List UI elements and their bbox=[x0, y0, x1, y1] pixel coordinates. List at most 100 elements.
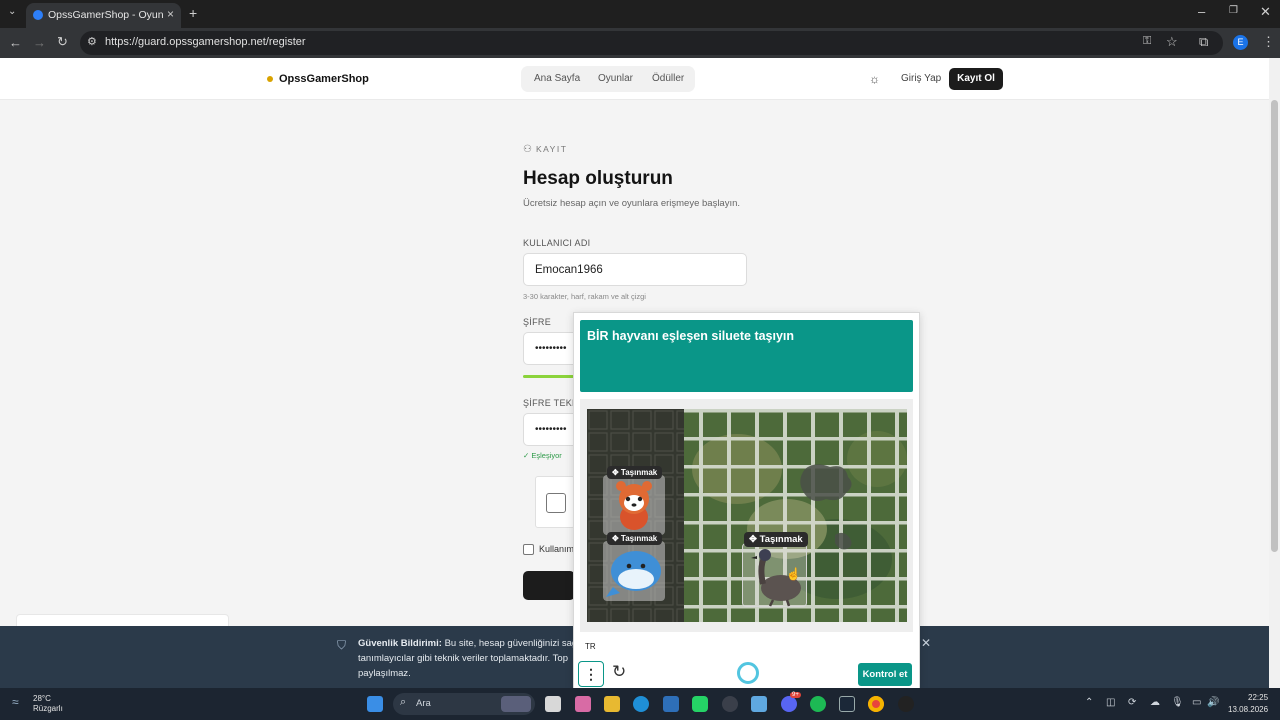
window-close-icon[interactable]: ✕ bbox=[1260, 4, 1271, 20]
back-icon[interactable]: ← bbox=[9, 35, 22, 50]
weather-icon: ≈ bbox=[12, 695, 19, 709]
profile-avatar[interactable]: E bbox=[1233, 35, 1248, 50]
username-label: KULLANICI ADI bbox=[523, 238, 591, 248]
reload-icon[interactable]: ↻ bbox=[57, 34, 68, 50]
tab-search-icon[interactable]: ⌄ bbox=[8, 6, 16, 17]
password-strength-bar bbox=[523, 375, 575, 378]
app-icon[interactable] bbox=[722, 696, 738, 712]
scrollbar-thumb[interactable] bbox=[1271, 100, 1278, 552]
username-hint: 3-30 karakter, harf, rakam ve alt çizgi bbox=[523, 292, 646, 301]
draggable-red-panda[interactable] bbox=[603, 475, 665, 535]
login-link[interactable]: Giriş Yap bbox=[901, 73, 941, 84]
microphone-icon[interactable]: 🎙 bbox=[1171, 697, 1184, 708]
search-label: Ara bbox=[416, 698, 431, 709]
draggable-whale[interactable] bbox=[603, 541, 665, 601]
url-text[interactable]: https://guard.opssgamershop.net/register bbox=[105, 36, 306, 48]
nav-games[interactable]: Oyunlar bbox=[598, 73, 633, 84]
username-value: Emocan1966 bbox=[535, 264, 603, 276]
terms-label: Kullanım bbox=[539, 544, 575, 554]
signup-button[interactable]: Kayıt Ol bbox=[949, 68, 1003, 90]
app-icon-2[interactable] bbox=[751, 696, 767, 712]
maximize-icon[interactable]: ❐ bbox=[1229, 5, 1238, 16]
forward-icon[interactable]: → bbox=[33, 35, 46, 50]
address-bar[interactable]: ⚙ https://guard.opssgamershop.net/regist… bbox=[80, 31, 1223, 55]
extensions-icon[interactable]: ⧉ bbox=[1199, 34, 1208, 50]
hand-cursor-icon: ☝ bbox=[786, 567, 801, 581]
app-icon-3[interactable] bbox=[898, 696, 914, 712]
theme-toggle-icon[interactable]: ☼ bbox=[869, 72, 880, 86]
captcha-canvas: ✥ Taşınmak ✥ Taşınmak ✥ Taşınmak ☝ bbox=[587, 409, 907, 622]
task-view-icon[interactable] bbox=[545, 696, 561, 712]
register-submit-button[interactable] bbox=[523, 571, 575, 600]
windows-start-icon[interactable] bbox=[367, 696, 383, 712]
store-icon[interactable] bbox=[663, 696, 679, 712]
captcha-stage: ✥ Taşınmak ✥ Taşınmak ✥ Taşınmak ☝ bbox=[580, 399, 913, 632]
browser-menu-icon[interactable]: ⋮ bbox=[1262, 34, 1275, 50]
brand-dot-icon bbox=[267, 76, 273, 83]
page-title: Hesap oluşturun bbox=[523, 168, 673, 189]
captcha-language[interactable]: TR bbox=[585, 642, 596, 651]
page-scrollbar[interactable] bbox=[1269, 58, 1280, 688]
weather-condition: Rüzgarlı bbox=[33, 704, 63, 713]
search-highlight-icon bbox=[501, 696, 531, 712]
terms-checkbox[interactable] bbox=[523, 544, 534, 556]
red-panda-icon bbox=[616, 481, 652, 530]
eyebrow-label: KAYIT bbox=[535, 144, 568, 154]
browser-toolbar: ← → ↻ ⚙ https://guard.opssgamershop.net/… bbox=[0, 28, 1280, 58]
nav-rewards[interactable]: Ödüller bbox=[652, 73, 684, 84]
username-field[interactable]: Emocan1966 bbox=[523, 253, 747, 286]
tray-sync-icon[interactable]: ⟳ bbox=[1128, 697, 1136, 708]
network-icon[interactable]: ▭ bbox=[1192, 697, 1201, 708]
edge-icon[interactable] bbox=[633, 696, 649, 712]
refresh-icon[interactable]: ↻ bbox=[612, 662, 626, 682]
captcha-footer: ⋮ ↻ Kontrol et bbox=[574, 657, 921, 690]
system-clock[interactable]: 22:25 13.08.2026 bbox=[1228, 692, 1268, 716]
spotify-icon[interactable] bbox=[810, 696, 826, 712]
captcha-challenge: BİR hayvanı eşleşen siluete taşıyın ✥ Ta… bbox=[573, 312, 920, 689]
shield-icon: ⛉ bbox=[337, 638, 347, 652]
password-key-icon[interactable]: ⚿ bbox=[1143, 35, 1151, 48]
drag-label-red-panda: ✥ Taşınmak bbox=[607, 466, 663, 479]
captcha-brand-logo-icon bbox=[737, 662, 759, 684]
copilot-icon[interactable] bbox=[575, 696, 591, 712]
site-favicon-icon bbox=[33, 10, 43, 20]
user-plus-icon: ⚇ bbox=[523, 144, 532, 155]
notice-text: Güvenlik Bildirimi: Bu site, hesap güven… bbox=[358, 636, 588, 681]
verify-button[interactable]: Kontrol et bbox=[858, 663, 912, 686]
whale-icon bbox=[606, 551, 661, 597]
minimize-icon[interactable]: – bbox=[1198, 4, 1205, 19]
onedrive-icon[interactable]: ☁ bbox=[1150, 697, 1160, 708]
tab-close-icon[interactable]: × bbox=[167, 7, 174, 21]
discord-icon[interactable] bbox=[781, 696, 797, 712]
volume-icon[interactable]: 🔊 bbox=[1207, 697, 1219, 708]
password-repeat-value: ••••••••• bbox=[535, 424, 567, 435]
captcha-menu-button[interactable]: ⋮ bbox=[578, 661, 604, 687]
page-subtitle: Ücretsiz hesap açın ve oyunlara erişmeye… bbox=[523, 198, 741, 209]
notice-close-icon[interactable]: ✕ bbox=[921, 636, 931, 650]
brand-name: OpssGamerShop bbox=[279, 73, 369, 85]
steam-icon[interactable] bbox=[839, 696, 855, 712]
password-match-status: ✓ Eşleşiyor bbox=[523, 451, 562, 460]
captcha-checkbox[interactable] bbox=[546, 493, 566, 513]
tab-title: OpssGamerShop - Oyun Mağazası bbox=[48, 9, 166, 21]
taskbar-search[interactable]: ⌕ Ara bbox=[393, 693, 535, 715]
site-info-icon[interactable]: ⚙ bbox=[87, 35, 97, 48]
new-tab-icon[interactable]: + bbox=[189, 5, 197, 21]
site-logo[interactable]: OpssGamerShop bbox=[267, 73, 369, 85]
captcha-header: BİR hayvanı eşleşen siluete taşıyın bbox=[580, 320, 913, 392]
tray-app-icon[interactable]: ◫ bbox=[1106, 697, 1115, 708]
browser-tab[interactable]: OpssGamerShop - Oyun Mağazası × bbox=[26, 3, 181, 28]
whatsapp-icon[interactable] bbox=[692, 696, 708, 712]
nav-home[interactable]: Ana Sayfa bbox=[534, 73, 580, 84]
search-icon: ⌕ bbox=[400, 696, 407, 708]
drag-label-emu: ✥ Taşınmak bbox=[744, 532, 808, 547]
tray-overflow-icon[interactable]: ⌃ bbox=[1085, 697, 1093, 708]
weather-widget[interactable]: ≈ 28°C Rüzgarlı bbox=[12, 694, 63, 714]
chrome-icon[interactable] bbox=[868, 696, 884, 712]
site-header: OpssGamerShop Ana Sayfa Oyunlar Ödüller … bbox=[0, 58, 1269, 100]
discord-badge: 9+ bbox=[790, 692, 801, 698]
section-eyebrow: ⚇ KAYIT bbox=[523, 144, 567, 155]
bookmark-star-icon[interactable]: ☆ bbox=[1166, 34, 1178, 50]
windows-taskbar: ≈ 28°C Rüzgarlı ⌕ Ara 9+ ⌃ ◫ ⟳ ☁ 🎙 ▭ 🔊 2… bbox=[0, 688, 1280, 720]
file-explorer-icon[interactable] bbox=[604, 696, 620, 712]
